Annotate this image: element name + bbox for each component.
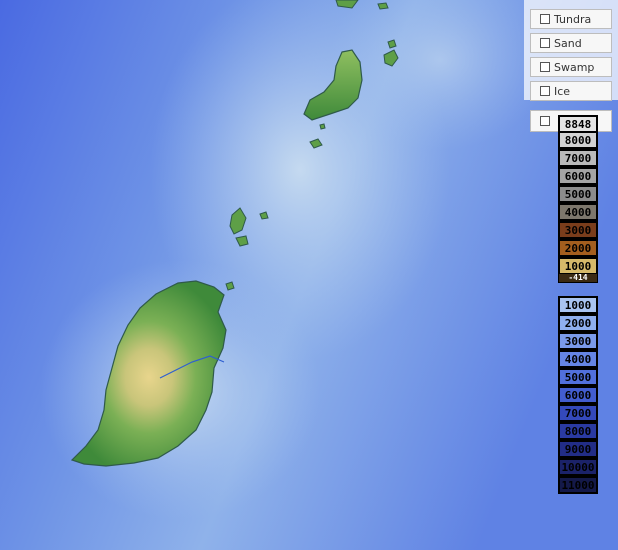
layer-option-ice[interactable]: Ice — [530, 81, 612, 101]
depth-legend-cell: 7000 — [558, 404, 598, 422]
depth-legend-cell: 9000 — [558, 440, 598, 458]
elevation-legend-cell: 4000 — [558, 203, 598, 221]
layer-checkbox[interactable] — [540, 86, 550, 96]
depth-legend-cell: 5000 — [558, 368, 598, 386]
elevation-legend-cell: 5000 — [558, 185, 598, 203]
layer-checkbox[interactable] — [540, 62, 550, 72]
layer-option-label: Sand — [554, 36, 582, 50]
depth-legend-cell: 4000 — [558, 350, 598, 368]
depth-legend-cell: 11000 — [558, 476, 598, 494]
middle-islet — [225, 281, 235, 291]
elevation-legend-cell: 8000 — [558, 131, 598, 149]
north-islet — [319, 123, 326, 130]
layer-option-sand[interactable]: Sand — [530, 33, 612, 53]
elevation-checkbox[interactable] — [540, 116, 550, 126]
depth-legend-cell: 2000 — [558, 314, 598, 332]
layer-option-tundra[interactable]: Tundra — [530, 9, 612, 29]
layer-option-label: Swamp — [554, 60, 595, 74]
depth-legend-cell: 3000 — [558, 332, 598, 350]
layer-checkbox[interactable] — [540, 14, 550, 24]
layer-checkbox[interactable] — [540, 38, 550, 48]
elevation-legend-cell: 7000 — [558, 149, 598, 167]
layer-option-label: Ice — [554, 84, 571, 98]
layer-option-label: Tundra — [554, 12, 592, 26]
depth-legend-cell: 8000 — [558, 422, 598, 440]
elevation-legend-cell: 3000 — [558, 221, 598, 239]
depth-legend-cell: 10000 — [558, 458, 598, 476]
elevation-legend-cell: 2000 — [558, 239, 598, 257]
elevation-legend-cell: -414 — [558, 273, 598, 283]
layer-option-swamp[interactable]: Swamp — [530, 57, 612, 77]
depth-legend-cell: 6000 — [558, 386, 598, 404]
elevation-legend-cell: 6000 — [558, 167, 598, 185]
north-islet — [377, 2, 389, 10]
north-islet — [387, 39, 397, 49]
depth-legend-cell: 1000 — [558, 296, 598, 314]
